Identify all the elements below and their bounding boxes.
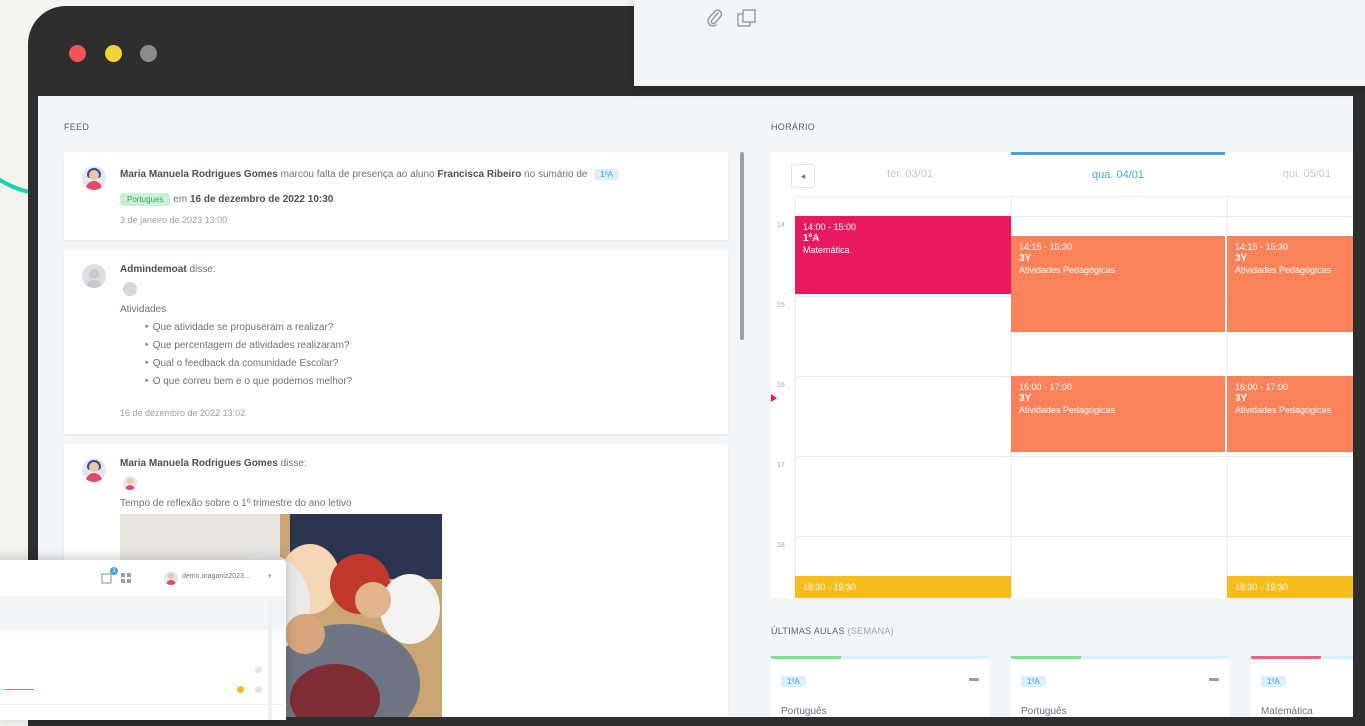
day-header[interactable]: ter. 03/01 xyxy=(811,152,1009,196)
overlay-scrollbar[interactable] xyxy=(268,600,272,720)
lesson-subject: Matemática xyxy=(1261,706,1313,717)
post-header: Admindemoat disse: xyxy=(120,264,216,275)
hour-label: 18 xyxy=(777,542,785,549)
schedule-event[interactable]: 14:15 - 15:30 3Y Atividades Pedagógicas xyxy=(1227,236,1353,332)
more-icon[interactable] xyxy=(969,678,979,681)
avatar xyxy=(82,166,106,190)
list-item: ‣ Que atividade se propuseram a realizar… xyxy=(144,322,334,333)
close-window-button[interactable] xyxy=(69,45,86,62)
post-detail: Portugues em 16 de dezembro de 2022 10:3… xyxy=(120,193,333,206)
lesson-subject: Português xyxy=(781,706,827,717)
post-heading: Atividades xyxy=(120,304,167,315)
post-body: Tempo de reflexão sobre o 1º trimestre d… xyxy=(120,498,352,509)
avatar xyxy=(82,264,106,288)
notification-badge: 1 xyxy=(110,567,118,575)
post-author[interactable]: Maria Manuela Rodrigues Gomes xyxy=(120,458,278,469)
hour-label: 15 xyxy=(777,302,785,309)
status-badge: Portugues xyxy=(120,193,171,206)
feed-title: FEED xyxy=(64,122,90,132)
post-header: Maria Manuela Rodrigues Gomes marcou fal… xyxy=(120,169,619,180)
list-item: ‣ Que percentagem de atividades realizar… xyxy=(144,340,350,351)
last-lessons-title: ÚLTIMAS AULAS (SEMANA) xyxy=(771,626,894,636)
feed-scrollbar[interactable] xyxy=(740,152,744,340)
list-item-marker xyxy=(4,689,34,690)
hour-label: 16 xyxy=(777,382,785,389)
lesson-card[interactable]: 1ºA Português xyxy=(1011,656,1229,717)
post-timestamp: 3 de janeiro de 2023 13:00 xyxy=(120,215,228,225)
overlay-window-top xyxy=(634,0,1365,86)
minimize-window-button[interactable] xyxy=(105,45,122,62)
lesson-card[interactable]: 1ºA Matemática xyxy=(1251,656,1353,717)
grid-icon[interactable] xyxy=(120,572,132,584)
schedule-event[interactable]: 14:00 - 15:00 1ºA Matemática xyxy=(795,216,1011,294)
lesson-date: 16 de dezembro de 2022 10:30 xyxy=(189,194,334,205)
lesson-subject: Português xyxy=(1021,706,1067,717)
hour-label: 17 xyxy=(777,462,785,469)
mini-avatar xyxy=(123,282,137,296)
divider xyxy=(0,704,286,705)
mini-avatar xyxy=(123,476,137,490)
post-timestamp: 16 de dezembro de 2022 13:02 xyxy=(120,408,246,418)
day-header-active[interactable]: qua. 04/01 xyxy=(1011,152,1225,199)
paperclip-icon[interactable] xyxy=(707,9,723,27)
overlay-window-bottom: 1 demo.oraganiz2023... ▾ xyxy=(0,560,286,720)
lesson-color-bar xyxy=(771,656,841,659)
schedule-event[interactable]: 18:30 - 19:30 xyxy=(1227,576,1353,598)
schedule-event[interactable]: 18:30 - 19:30 xyxy=(795,576,1011,598)
day-header[interactable]: qui. 05/01 xyxy=(1227,152,1353,196)
feed-post: Admindemoat disse: Atividades ‣ Que ativ… xyxy=(64,250,728,434)
lesson-color-bar xyxy=(1251,656,1321,659)
overlay-header: 1 demo.oraganiz2023... ▾ xyxy=(0,560,286,597)
class-badge: 1ºA xyxy=(594,169,619,180)
post-author[interactable]: Maria Manuela Rodrigues Gomes xyxy=(120,169,278,180)
hour-label: 14 xyxy=(777,222,785,229)
status-dot xyxy=(237,686,244,693)
list-item: ‣ O que correu bem e o que podemos melho… xyxy=(144,376,353,387)
feed-post: Maria Manuela Rodrigues Gomes marcou fal… xyxy=(64,152,728,240)
class-badge: 1ºA xyxy=(1261,676,1286,687)
lesson-color-bar xyxy=(1011,656,1081,659)
schedule-event[interactable]: 16:00 - 17:00 3Y Atividades Pedagógicas xyxy=(1227,376,1353,452)
avatar xyxy=(82,458,106,482)
post-header: Maria Manuela Rodrigues Gomes disse: xyxy=(120,458,307,469)
schedule-event[interactable]: 16:00 - 17:00 3Y Atividades Pedagógicas xyxy=(1011,376,1225,452)
status-dot xyxy=(255,686,262,693)
current-time-indicator xyxy=(771,394,777,402)
chevron-down-icon[interactable]: ▾ xyxy=(268,572,272,580)
schedule-event[interactable]: 14:15 - 15:30 3Y Atividades Pedagógicas xyxy=(1011,236,1225,332)
status-dot xyxy=(255,666,262,673)
overlay-toolbar xyxy=(0,596,286,630)
student-name[interactable]: Francisca Ribeiro xyxy=(437,169,521,180)
schedule-calendar: ◂ ter. 03/01 qua. 04/01 qui. 05/01 14 15… xyxy=(771,152,1353,598)
list-item: ‣ Qual o feedback da comunidade Escolar? xyxy=(144,358,339,369)
class-badge: 1ºA xyxy=(781,676,806,687)
user-menu-label[interactable]: demo.oraganiz2023... xyxy=(182,573,250,580)
maximize-window-button[interactable] xyxy=(140,45,157,62)
schedule-title: HORÁRIO xyxy=(771,122,816,132)
class-badge: 1ºA xyxy=(1021,676,1046,687)
more-icon[interactable] xyxy=(1209,678,1219,681)
post-author[interactable]: Admindemoat xyxy=(120,264,187,275)
user-avatar[interactable] xyxy=(164,571,178,585)
lesson-card[interactable]: 1ºA Português xyxy=(771,656,989,717)
copy-icon[interactable] xyxy=(737,9,757,27)
